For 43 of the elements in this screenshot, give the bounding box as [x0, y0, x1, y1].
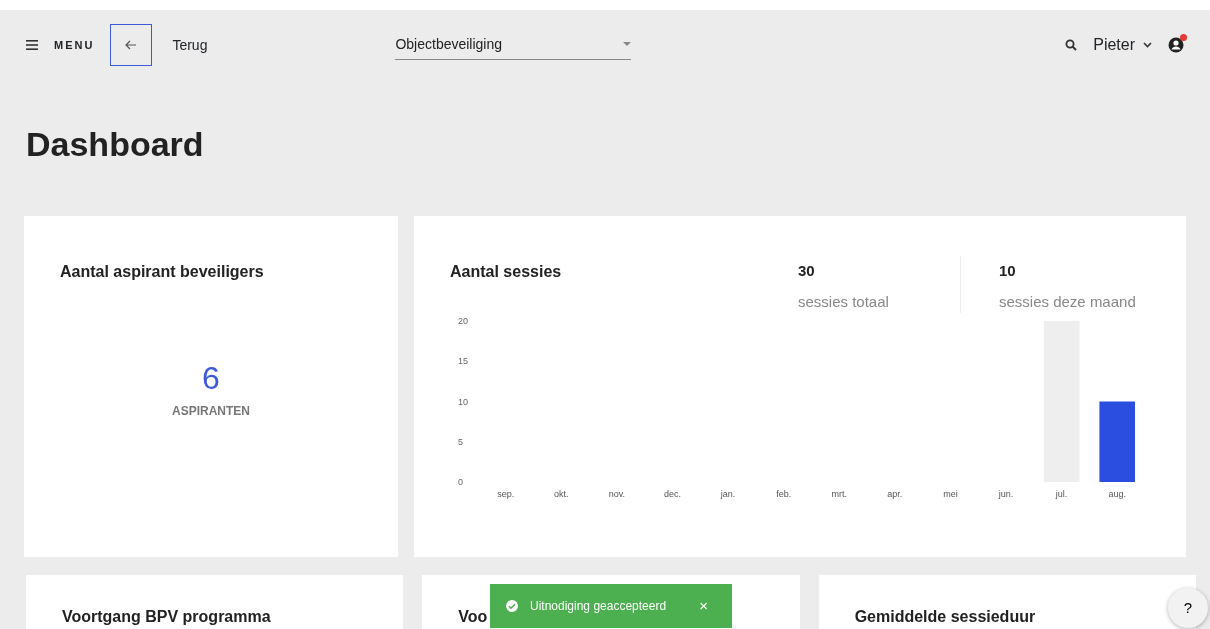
caret-icon[interactable] — [623, 42, 632, 47]
axis-tick-label: 10 — [458, 396, 468, 407]
axis-tick-label: 5 — [458, 436, 463, 447]
axis-tick-label: 15 — [458, 356, 468, 367]
card-title: Gemiddelde sessieduur — [854, 607, 1036, 627]
stat-label: sessies deze maand — [999, 291, 1137, 312]
back-link[interactable]: Terug — [172, 34, 208, 56]
axis-tick-label: apr. — [887, 489, 903, 499]
chevron-down-icon[interactable] — [1143, 42, 1152, 48]
toast-message: Uitnodiging geaccepteerd — [530, 598, 667, 615]
page-title: Dashboard — [26, 124, 205, 165]
stat-value: 30 — [798, 261, 816, 281]
axis-tick-label: feb. — [776, 489, 792, 499]
card-title: Aantal aspirant beveiligers — [60, 262, 265, 282]
search-icon[interactable] — [1065, 39, 1078, 51]
count-value: 6 — [202, 362, 220, 394]
check-circle-icon — [506, 600, 518, 612]
axis-tick-label: nov. — [608, 489, 626, 499]
card-title: Aantal sessies — [450, 262, 563, 282]
help-button[interactable]: ? — [1168, 588, 1208, 628]
axis-tick-label: mei — [943, 489, 958, 499]
user-menu-button[interactable]: Pieter — [1093, 33, 1152, 57]
axis-tick-label: okt. — [554, 489, 569, 499]
axis-tick-label: mrt. — [831, 489, 848, 499]
axis-tick-label: 20 — [458, 316, 468, 326]
select-field[interactable]: Objectbeveiliging — [395, 30, 632, 60]
axis-tick-label: jan. — [720, 489, 736, 499]
stat-value: 10 — [999, 261, 1017, 281]
avatar-icon[interactable] — [1168, 37, 1184, 53]
card-title: Voortgang BPV programma — [62, 607, 271, 627]
back-button[interactable] — [110, 24, 153, 66]
menu-icon[interactable] — [26, 40, 38, 50]
axis-tick-label: sep. — [497, 489, 515, 499]
axis-tick-label: jul. — [1055, 489, 1068, 499]
axis-tick-label: dec. — [664, 489, 682, 499]
axis-tick-label: 0 — [458, 477, 463, 487]
axis-tick-label: aug. — [1108, 489, 1126, 499]
arrow-left-icon[interactable] — [125, 40, 138, 50]
axis-tick-label: jun. — [998, 489, 1014, 499]
stat-label: sessies totaal — [798, 291, 890, 312]
count-label: ASPIRANTEN — [172, 403, 250, 420]
menu-button[interactable]: MENU — [26, 36, 95, 54]
card-title: Voo — [458, 607, 488, 627]
